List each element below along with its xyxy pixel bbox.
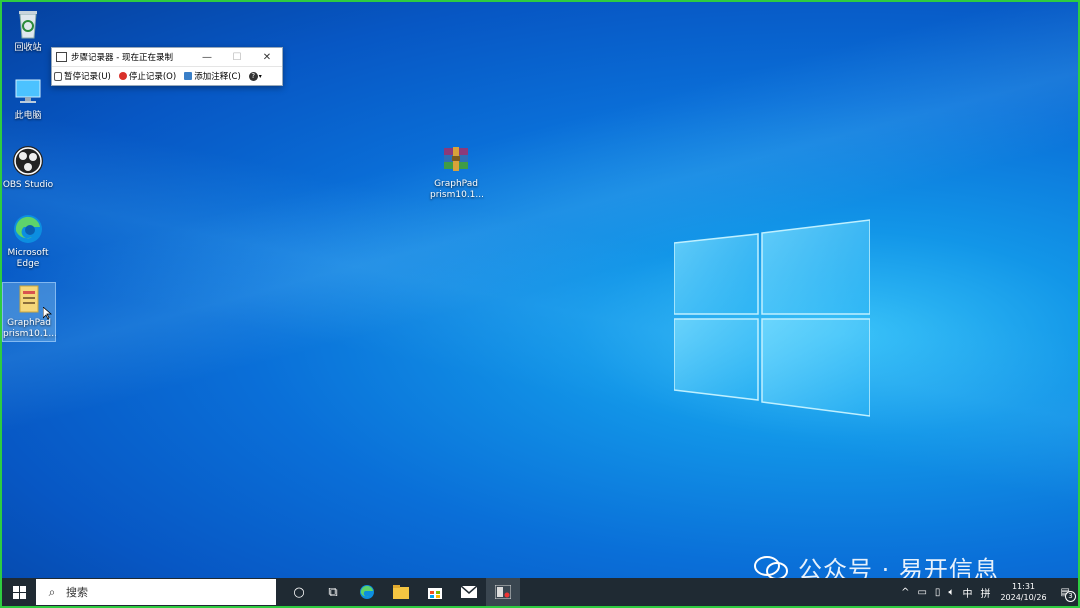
ime-language[interactable]: 中 <box>962 585 972 600</box>
title-bar[interactable]: 步骤记录器 - 现在正在录制 — ☐ ✕ <box>52 48 282 66</box>
search-icon: ⌕ <box>48 584 56 599</box>
notification-badge: 3 <box>1065 590 1076 602</box>
steps-recorder-icon <box>56 52 67 62</box>
windows-logo <box>674 219 870 417</box>
notification-center-button[interactable]: ▤ 3 <box>1057 587 1076 602</box>
start-button[interactable] <box>2 578 36 606</box>
desktop-icon-label: OBS Studio <box>2 180 54 190</box>
desktop-icon-this-pc[interactable]: 此电脑 <box>2 76 54 122</box>
system-tray: ^ ▭ ▯ 🔈︎ 中 拼 11:31 2024/10/26 ▤ 3 <box>897 578 1078 606</box>
wechat-icon <box>754 555 788 580</box>
edge-icon <box>12 213 44 245</box>
obs-icon <box>12 145 44 177</box>
steps-recorder-window[interactable]: 步骤记录器 - 现在正在录制 — ☐ ✕ 暂停记录(U) 停止记录(O) 添加注… <box>51 47 283 86</box>
toolbar: 暂停记录(U) 停止记录(O) 添加注释(C) ? ▾ <box>52 66 282 85</box>
network-icon[interactable]: ▭ <box>917 587 926 598</box>
pause-record-label: 暂停记录(U) <box>64 72 111 82</box>
taskbar-edge[interactable] <box>350 578 384 606</box>
add-comment-button[interactable]: 添加注释(C) <box>184 70 241 82</box>
task-view-button[interactable]: ⧉ <box>316 578 350 606</box>
taskbar-store[interactable] <box>418 578 452 606</box>
minimize-button[interactable]: — <box>192 52 222 63</box>
clock[interactable]: 11:31 2024/10/26 <box>1000 581 1046 603</box>
desktop-icon-label: GraphPad prism10.1... <box>3 318 57 339</box>
volume-icon[interactable]: 🔈︎ <box>948 587 954 598</box>
add-comment-label: 添加注释(C) <box>194 72 241 82</box>
cortana-button[interactable]: ○ <box>282 578 316 606</box>
desktop[interactable]: 回收站 此电脑 OBS Studio Microsoft Edge GraphP… <box>0 0 1080 608</box>
show-hidden-icons-button[interactable]: ^ <box>901 587 909 598</box>
desktop-icon-microsoft-edge[interactable]: Microsoft Edge <box>2 213 54 270</box>
ime-mode[interactable]: 拼 <box>980 585 990 600</box>
maximize-button[interactable]: ☐ <box>222 52 252 63</box>
stop-record-button[interactable]: 停止记录(O) <box>118 70 177 82</box>
stop-record-label: 停止记录(O) <box>128 72 177 82</box>
help-icon: ? <box>248 71 258 81</box>
pause-icon <box>54 71 62 81</box>
clock-date: 2024/10/26 <box>1000 593 1047 602</box>
folder-icon <box>393 585 409 599</box>
taskbar-steps-recorder[interactable] <box>486 578 520 606</box>
windows-start-icon <box>12 585 26 599</box>
desktop-icon-recycle-bin[interactable]: 回收站 <box>2 8 54 54</box>
desktop-icon-obs-studio[interactable]: OBS Studio <box>2 145 54 191</box>
chevron-down-icon: ▾ <box>258 72 262 80</box>
desktop-icon-graphpad-archive[interactable]: GraphPad prism10.1... <box>430 144 484 201</box>
recycle-bin-icon <box>12 8 44 40</box>
desktop-icon-label: 此电脑 <box>14 111 42 121</box>
display-icon[interactable]: ▯ <box>935 587 941 598</box>
search-placeholder: 搜索 <box>66 586 88 599</box>
taskbar: ⌕ 搜索 ○ ⧉ ^ ▭ ▯ 🔈︎ 中 拼 11:31 2024/10/26 3 <box>2 578 1078 606</box>
close-button[interactable]: ✕ <box>252 52 282 63</box>
clock-time: 11:31 <box>1011 582 1036 591</box>
circle-icon: ○ <box>293 584 305 600</box>
pause-record-button[interactable]: 暂停记录(U) <box>54 70 111 82</box>
taskbar-mail[interactable] <box>452 578 486 606</box>
winrar-archive-icon <box>440 144 472 176</box>
document-icon <box>13 283 45 315</box>
store-icon <box>428 588 442 599</box>
edge-icon <box>360 585 374 599</box>
computer-icon <box>12 76 44 108</box>
taskbar-search-box[interactable]: ⌕ 搜索 <box>36 579 276 605</box>
help-button[interactable]: ? ▾ <box>248 71 262 81</box>
window-title: 步骤记录器 - 现在正在录制 <box>71 53 173 63</box>
desktop-icon-label: 回收站 <box>14 43 42 53</box>
desktop-icon-label: Microsoft Edge <box>7 248 49 269</box>
task-view-icon: ⧉ <box>328 584 338 600</box>
desktop-icon-label: GraphPad prism10.1... <box>430 179 484 200</box>
light-beam <box>2 2 1078 606</box>
mouse-cursor-icon <box>43 307 52 320</box>
comment-icon <box>184 72 193 80</box>
light-beam <box>2 2 1078 606</box>
steps-recorder-icon <box>495 585 511 599</box>
taskbar-file-explorer[interactable] <box>384 578 418 606</box>
mail-icon <box>461 586 477 598</box>
stop-icon <box>118 72 127 80</box>
